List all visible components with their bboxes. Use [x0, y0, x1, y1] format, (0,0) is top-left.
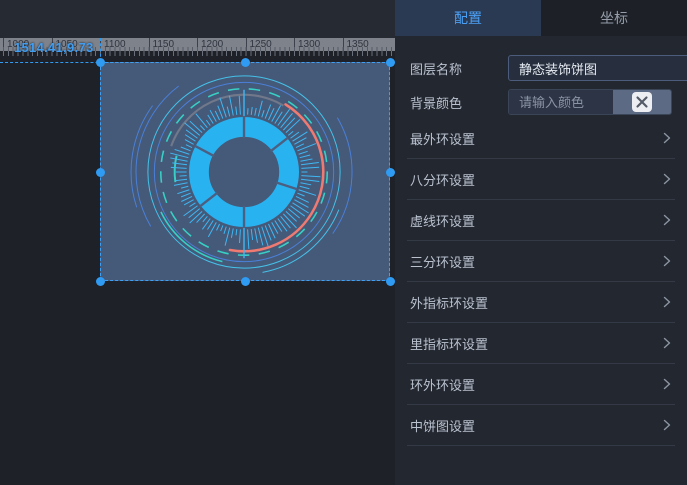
selection-handle-w[interactable]	[96, 168, 105, 177]
chevron-right-icon	[661, 173, 673, 185]
settings-row[interactable]: 环外环设置	[407, 364, 675, 405]
settings-row-label: 里指标环设置	[410, 334, 488, 353]
settings-list: 最外环设置八分环设置虚线环设置三分环设置外指标环设置里指标环设置环外环设置中饼图…	[395, 118, 687, 446]
settings-row[interactable]: 外指标环设置	[407, 282, 675, 323]
chevron-right-icon	[661, 419, 673, 431]
no-color-swatch-icon	[632, 92, 652, 112]
settings-row-label: 中饼图设置	[410, 416, 475, 435]
chevron-right-icon	[661, 296, 673, 308]
settings-row[interactable]: 三分环设置	[407, 241, 675, 282]
canvas-stage[interactable]: 10001050110011501200125013001350 1514.41…	[0, 0, 395, 485]
layer-name-input[interactable]	[508, 55, 687, 81]
selection-handle-s[interactable]	[241, 277, 250, 286]
layer-name-label: 图层名称	[410, 59, 508, 78]
chevron-right-icon	[661, 378, 673, 390]
selected-widget[interactable]	[100, 62, 390, 281]
coordinate-tooltip: 1514.41,9.73	[14, 40, 94, 55]
panel-tabs: 配置 坐标	[395, 0, 687, 36]
settings-row-label: 虚线环设置	[410, 211, 475, 230]
config-panel: 配置 坐标 图层名称 背景颜色	[395, 0, 687, 485]
bg-color-label: 背景颜色	[410, 93, 508, 112]
tab-config[interactable]: 配置	[395, 0, 541, 36]
selection-handle-ne[interactable]	[386, 58, 395, 67]
settings-row[interactable]: 八分环设置	[407, 159, 675, 200]
settings-row-label: 三分环设置	[410, 252, 475, 271]
settings-row[interactable]: 最外环设置	[407, 118, 675, 159]
canvas-top-strip	[0, 0, 395, 38]
selection-handle-e[interactable]	[386, 168, 395, 177]
settings-row-label: 环外环设置	[410, 375, 475, 394]
chevron-right-icon	[661, 337, 673, 349]
layer-name-row: 图层名称	[410, 55, 672, 81]
settings-row[interactable]: 里指标环设置	[407, 323, 675, 364]
config-form: 图层名称 背景颜色	[395, 36, 687, 126]
settings-row-label: 外指标环设置	[410, 293, 488, 312]
app-window: 10001050110011501200125013001350 1514.41…	[0, 0, 687, 485]
decorative-pie-widget[interactable]	[101, 63, 389, 280]
tab-coordinates[interactable]: 坐标	[541, 0, 687, 36]
settings-row-label: 最外环设置	[410, 129, 475, 148]
selection-handle-n[interactable]	[241, 58, 250, 67]
selection-handle-nw[interactable]	[96, 58, 105, 67]
settings-row[interactable]: 中饼图设置	[407, 405, 675, 446]
settings-row[interactable]: 虚线环设置	[407, 200, 675, 241]
chevron-right-icon	[661, 132, 673, 144]
bg-color-row: 背景颜色	[410, 89, 672, 115]
selection-handle-sw[interactable]	[96, 277, 105, 286]
selection-handle-se[interactable]	[386, 277, 395, 286]
bg-color-combo	[508, 89, 672, 115]
bg-color-input[interactable]	[509, 90, 613, 114]
donut-ring	[199, 127, 289, 217]
settings-row-label: 八分环设置	[410, 170, 475, 189]
chevron-right-icon	[661, 255, 673, 267]
chevron-right-icon	[661, 214, 673, 226]
color-picker-button[interactable]	[613, 90, 671, 114]
